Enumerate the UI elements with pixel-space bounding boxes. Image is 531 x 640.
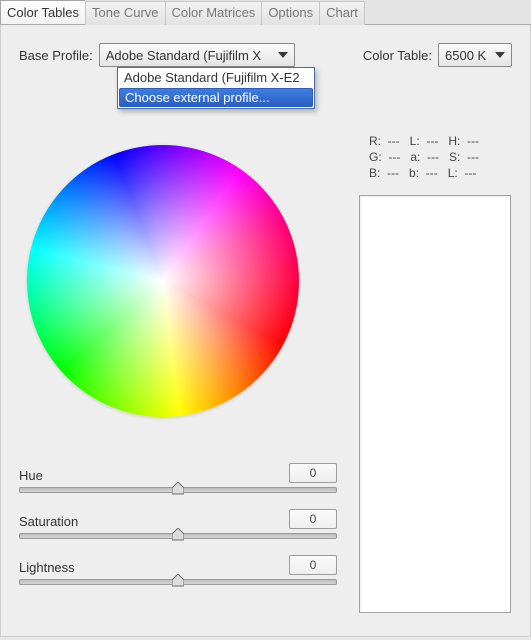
profile-row: Base Profile: Adobe Standard (Fujifilm X…	[19, 43, 512, 67]
saturation-slider-group: Saturation 0	[19, 509, 337, 539]
base-profile-select[interactable]: Adobe Standard (Fujifilm X	[99, 43, 295, 67]
adjustment-sliders: Hue 0 Saturation 0	[19, 463, 337, 601]
tab-color-matrices[interactable]: Color Matrices	[165, 1, 262, 25]
hue-value-input[interactable]: 0	[289, 463, 337, 483]
sample-listbox[interactable]	[359, 195, 511, 613]
color-table-label: Color Table:	[363, 48, 432, 63]
color-tables-panel: Base Profile: Adobe Standard (Fujifilm X…	[0, 25, 531, 637]
saturation-label: Saturation	[19, 514, 78, 529]
color-wheel[interactable]	[27, 145, 299, 417]
color-readout: R: --- L: --- H: --- G: --- a: --- S: --…	[369, 133, 479, 181]
lightness-slider-track[interactable]	[19, 579, 337, 585]
chevron-down-icon	[276, 48, 290, 62]
saturation-slider-track[interactable]	[19, 533, 337, 539]
base-profile-selected-value: Adobe Standard (Fujifilm X	[106, 48, 261, 63]
color-table-select[interactable]: 6500 K	[438, 43, 512, 67]
tab-tone-curve[interactable]: Tone Curve	[85, 1, 164, 25]
hue-label: Hue	[19, 468, 43, 483]
slider-thumb-icon	[172, 574, 184, 590]
tab-chart[interactable]: Chart	[319, 1, 365, 25]
slider-thumb-icon	[172, 482, 184, 498]
dropdown-option[interactable]: Adobe Standard (Fujifilm X-E2	[118, 68, 314, 87]
tab-options[interactable]: Options	[261, 1, 319, 25]
app-window: Color Tables Tone Curve Color Matrices O…	[0, 0, 531, 640]
saturation-value-input[interactable]: 0	[289, 509, 337, 529]
color-wheel-container	[27, 145, 319, 437]
slider-thumb-icon	[172, 528, 184, 544]
tab-bar: Color Tables Tone Curve Color Matrices O…	[0, 0, 531, 25]
base-profile-dropdown[interactable]: Adobe Standard (Fujifilm X-E2 Choose ext…	[117, 67, 315, 109]
base-profile-label: Base Profile:	[19, 48, 93, 63]
lightness-value-input[interactable]: 0	[289, 555, 337, 575]
tab-color-tables[interactable]: Color Tables	[0, 0, 85, 24]
lightness-label: Lightness	[19, 560, 75, 575]
lightness-slider-group: Lightness 0	[19, 555, 337, 585]
color-table-selected-value: 6500 K	[445, 48, 486, 63]
dropdown-option-highlighted[interactable]: Choose external profile...	[119, 88, 313, 107]
chevron-down-icon	[493, 48, 507, 62]
hue-slider-group: Hue 0	[19, 463, 337, 493]
hue-slider-track[interactable]	[19, 487, 337, 493]
